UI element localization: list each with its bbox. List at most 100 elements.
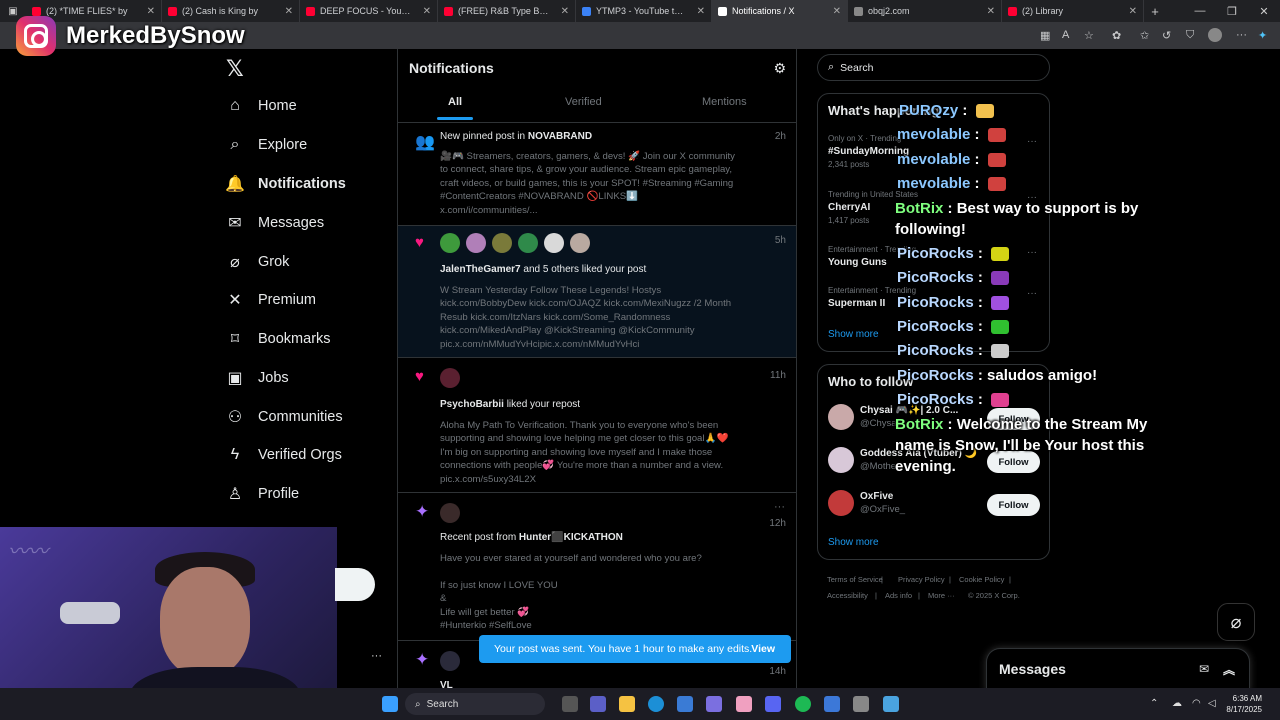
avatar[interactable] bbox=[440, 368, 460, 388]
more-options-icon[interactable]: ··· bbox=[1027, 136, 1037, 147]
minimize-button[interactable]: — bbox=[1184, 5, 1216, 17]
avatar[interactable] bbox=[440, 651, 460, 671]
avatar[interactable] bbox=[440, 233, 460, 253]
spotify-icon[interactable] bbox=[795, 696, 811, 712]
nav-item-profile[interactable]: ♙ Profile bbox=[226, 485, 299, 503]
nav-item-bookmarks[interactable]: ⌑ Bookmarks bbox=[226, 330, 331, 348]
history-icon[interactable]: ↺ bbox=[1162, 29, 1171, 42]
copilot-app-icon[interactable] bbox=[706, 696, 722, 712]
avatar[interactable] bbox=[570, 233, 590, 253]
nav-item-communities[interactable]: ⚇ Communities bbox=[226, 408, 343, 426]
suggested-user[interactable]: OxFive @OxFive_ bbox=[828, 490, 905, 516]
avatar[interactable] bbox=[828, 404, 854, 430]
close-window-button[interactable]: ✕ bbox=[1248, 5, 1280, 18]
close-tab-icon[interactable]: ✕ bbox=[697, 6, 705, 17]
reader-icon[interactable]: A bbox=[1062, 29, 1069, 41]
notepad-icon[interactable] bbox=[824, 696, 840, 712]
nav-item-premium[interactable]: ✕ Premium bbox=[226, 291, 316, 309]
notification-item[interactable]: ♥ 11h PsychoBarbii liked your repost Alo… bbox=[398, 357, 796, 492]
taskbar-clock[interactable]: 6:36 AM 8/17/2025 bbox=[1226, 693, 1262, 715]
notification-item[interactable]: 👥 New pinned post in NOVABRAND 2h 🎥🎮 Str… bbox=[398, 122, 796, 225]
notification-item[interactable]: ♥ 5h JalenTheGamer7 and 5 others liked y… bbox=[398, 225, 796, 357]
footer-link[interactable]: Ads info bbox=[885, 591, 912, 600]
wifi-icon[interactable]: ◠ bbox=[1192, 698, 1201, 709]
nav-item-grok[interactable]: ⌀ Grok bbox=[226, 253, 289, 271]
close-tab-icon[interactable]: ✕ bbox=[423, 6, 431, 17]
avatar[interactable] bbox=[828, 490, 854, 516]
obs-icon[interactable] bbox=[853, 696, 869, 712]
toast-view-link[interactable]: View bbox=[751, 643, 775, 655]
avatar[interactable] bbox=[466, 233, 486, 253]
footer-link[interactable]: Accessibility bbox=[827, 591, 868, 600]
nav-item-messages[interactable]: ✉ Messages bbox=[226, 214, 324, 232]
x-logo-icon[interactable]: 𝕏 bbox=[226, 56, 244, 82]
tab-verified[interactable]: Verified bbox=[565, 96, 602, 108]
follow-button[interactable]: Follow bbox=[987, 494, 1040, 516]
nav-item-verified-orgs[interactable]: ϟ Verified Orgs bbox=[226, 446, 342, 464]
more-menu-icon[interactable]: ··· bbox=[1236, 29, 1247, 41]
tray-chevron-icon[interactable]: ⌃ bbox=[1150, 698, 1158, 709]
more-options-icon[interactable]: ··· bbox=[774, 501, 785, 513]
close-tab-icon[interactable]: ✕ bbox=[147, 6, 155, 17]
paint-icon[interactable] bbox=[736, 696, 752, 712]
shield-icon[interactable]: ⛉ bbox=[1186, 29, 1194, 42]
footer-link[interactable]: More ··· bbox=[928, 591, 955, 600]
browser-tab[interactable]: (2) Library ✕ bbox=[1002, 0, 1144, 22]
new-tab-button[interactable]: + bbox=[1144, 4, 1166, 19]
footer-link[interactable]: Terms of Service bbox=[827, 575, 883, 584]
start-windows-icon[interactable] bbox=[382, 696, 398, 712]
notification-item[interactable]: ✦ ··· 12h Recent post from Hunter⬛KICKAT… bbox=[398, 492, 796, 640]
restore-button[interactable]: ❐ bbox=[1216, 5, 1248, 18]
photos-icon[interactable] bbox=[883, 696, 899, 712]
more-options-icon[interactable]: ··· bbox=[1027, 247, 1037, 258]
account-more-icon[interactable]: ··· bbox=[371, 650, 382, 662]
browser-tab[interactable]: (FREE) R&B Type Beat - "Li ✕ bbox=[438, 0, 576, 22]
tab-all[interactable]: All bbox=[448, 96, 462, 108]
close-tab-icon[interactable]: ✕ bbox=[561, 6, 569, 17]
taskbar-search[interactable]: ⌕ Search bbox=[405, 693, 545, 715]
grok-icon[interactable]: ⌀ bbox=[1217, 603, 1255, 641]
show-more-link[interactable]: Show more bbox=[828, 329, 879, 340]
new-message-icon[interactable]: ✉ bbox=[1199, 662, 1209, 676]
nav-item-explore[interactable]: ⌕ Explore bbox=[226, 136, 308, 154]
apps-icon[interactable]: ▦ bbox=[1040, 29, 1050, 42]
volume-icon[interactable]: ◁ bbox=[1208, 698, 1216, 709]
search-input[interactable]: ⌕ Search bbox=[817, 54, 1050, 81]
extensions-icon[interactable]: ✿ bbox=[1112, 29, 1121, 42]
avatar[interactable] bbox=[518, 233, 538, 253]
browser-tab[interactable]: Notifications / X ✕ bbox=[712, 0, 848, 22]
messages-drawer[interactable]: Messages ✉ ︽ bbox=[986, 648, 1250, 692]
browser-tab[interactable]: obqj2.com ✕ bbox=[848, 0, 1002, 22]
favorites-icon[interactable]: ✩ bbox=[1140, 29, 1149, 42]
settings-gear-icon[interactable]: ⚙ bbox=[773, 60, 786, 77]
avatar[interactable] bbox=[544, 233, 564, 253]
close-tab-icon[interactable]: ✕ bbox=[285, 6, 293, 17]
footer-link[interactable]: Cookie Policy bbox=[959, 575, 1004, 584]
cloud-icon[interactable]: ☁ bbox=[1172, 698, 1182, 709]
show-more-link[interactable]: Show more bbox=[828, 537, 879, 548]
nav-item-home[interactable]: ⌂ Home bbox=[226, 97, 297, 115]
file-explorer-icon[interactable] bbox=[619, 696, 635, 712]
more-options-icon[interactable]: ··· bbox=[1027, 288, 1037, 299]
edge-icon[interactable] bbox=[648, 696, 664, 712]
task-view-icon[interactable] bbox=[562, 696, 578, 712]
close-tab-icon[interactable]: ✕ bbox=[833, 6, 841, 17]
tab-mentions[interactable]: Mentions bbox=[702, 96, 747, 108]
nav-item-notifications[interactable]: 🔔 Notifications bbox=[225, 175, 346, 193]
browser-tab[interactable]: YTMP3 - YouTube to MP3 C ✕ bbox=[576, 0, 712, 22]
footer-link[interactable]: Privacy Policy bbox=[898, 575, 945, 584]
browser-tab[interactable]: DEEP FOCUS - YouTube ✕ bbox=[300, 0, 438, 22]
avatar[interactable] bbox=[440, 503, 460, 523]
discord-icon[interactable] bbox=[765, 696, 781, 712]
copilot-icon[interactable]: ✦ bbox=[1258, 29, 1267, 42]
avatar[interactable] bbox=[828, 447, 854, 473]
post-button-partial[interactable] bbox=[335, 568, 375, 601]
expand-chevron-icon[interactable]: ︽ bbox=[1223, 661, 1235, 678]
favorite-star-icon[interactable]: ☆ bbox=[1084, 29, 1094, 42]
profile-avatar[interactable] bbox=[1208, 28, 1222, 42]
nav-item-jobs[interactable]: ▣ Jobs bbox=[226, 369, 288, 387]
store-icon[interactable] bbox=[677, 696, 693, 712]
teams-icon[interactable] bbox=[590, 696, 606, 712]
close-tab-icon[interactable]: ✕ bbox=[1129, 6, 1137, 17]
close-tab-icon[interactable]: ✕ bbox=[987, 6, 995, 17]
